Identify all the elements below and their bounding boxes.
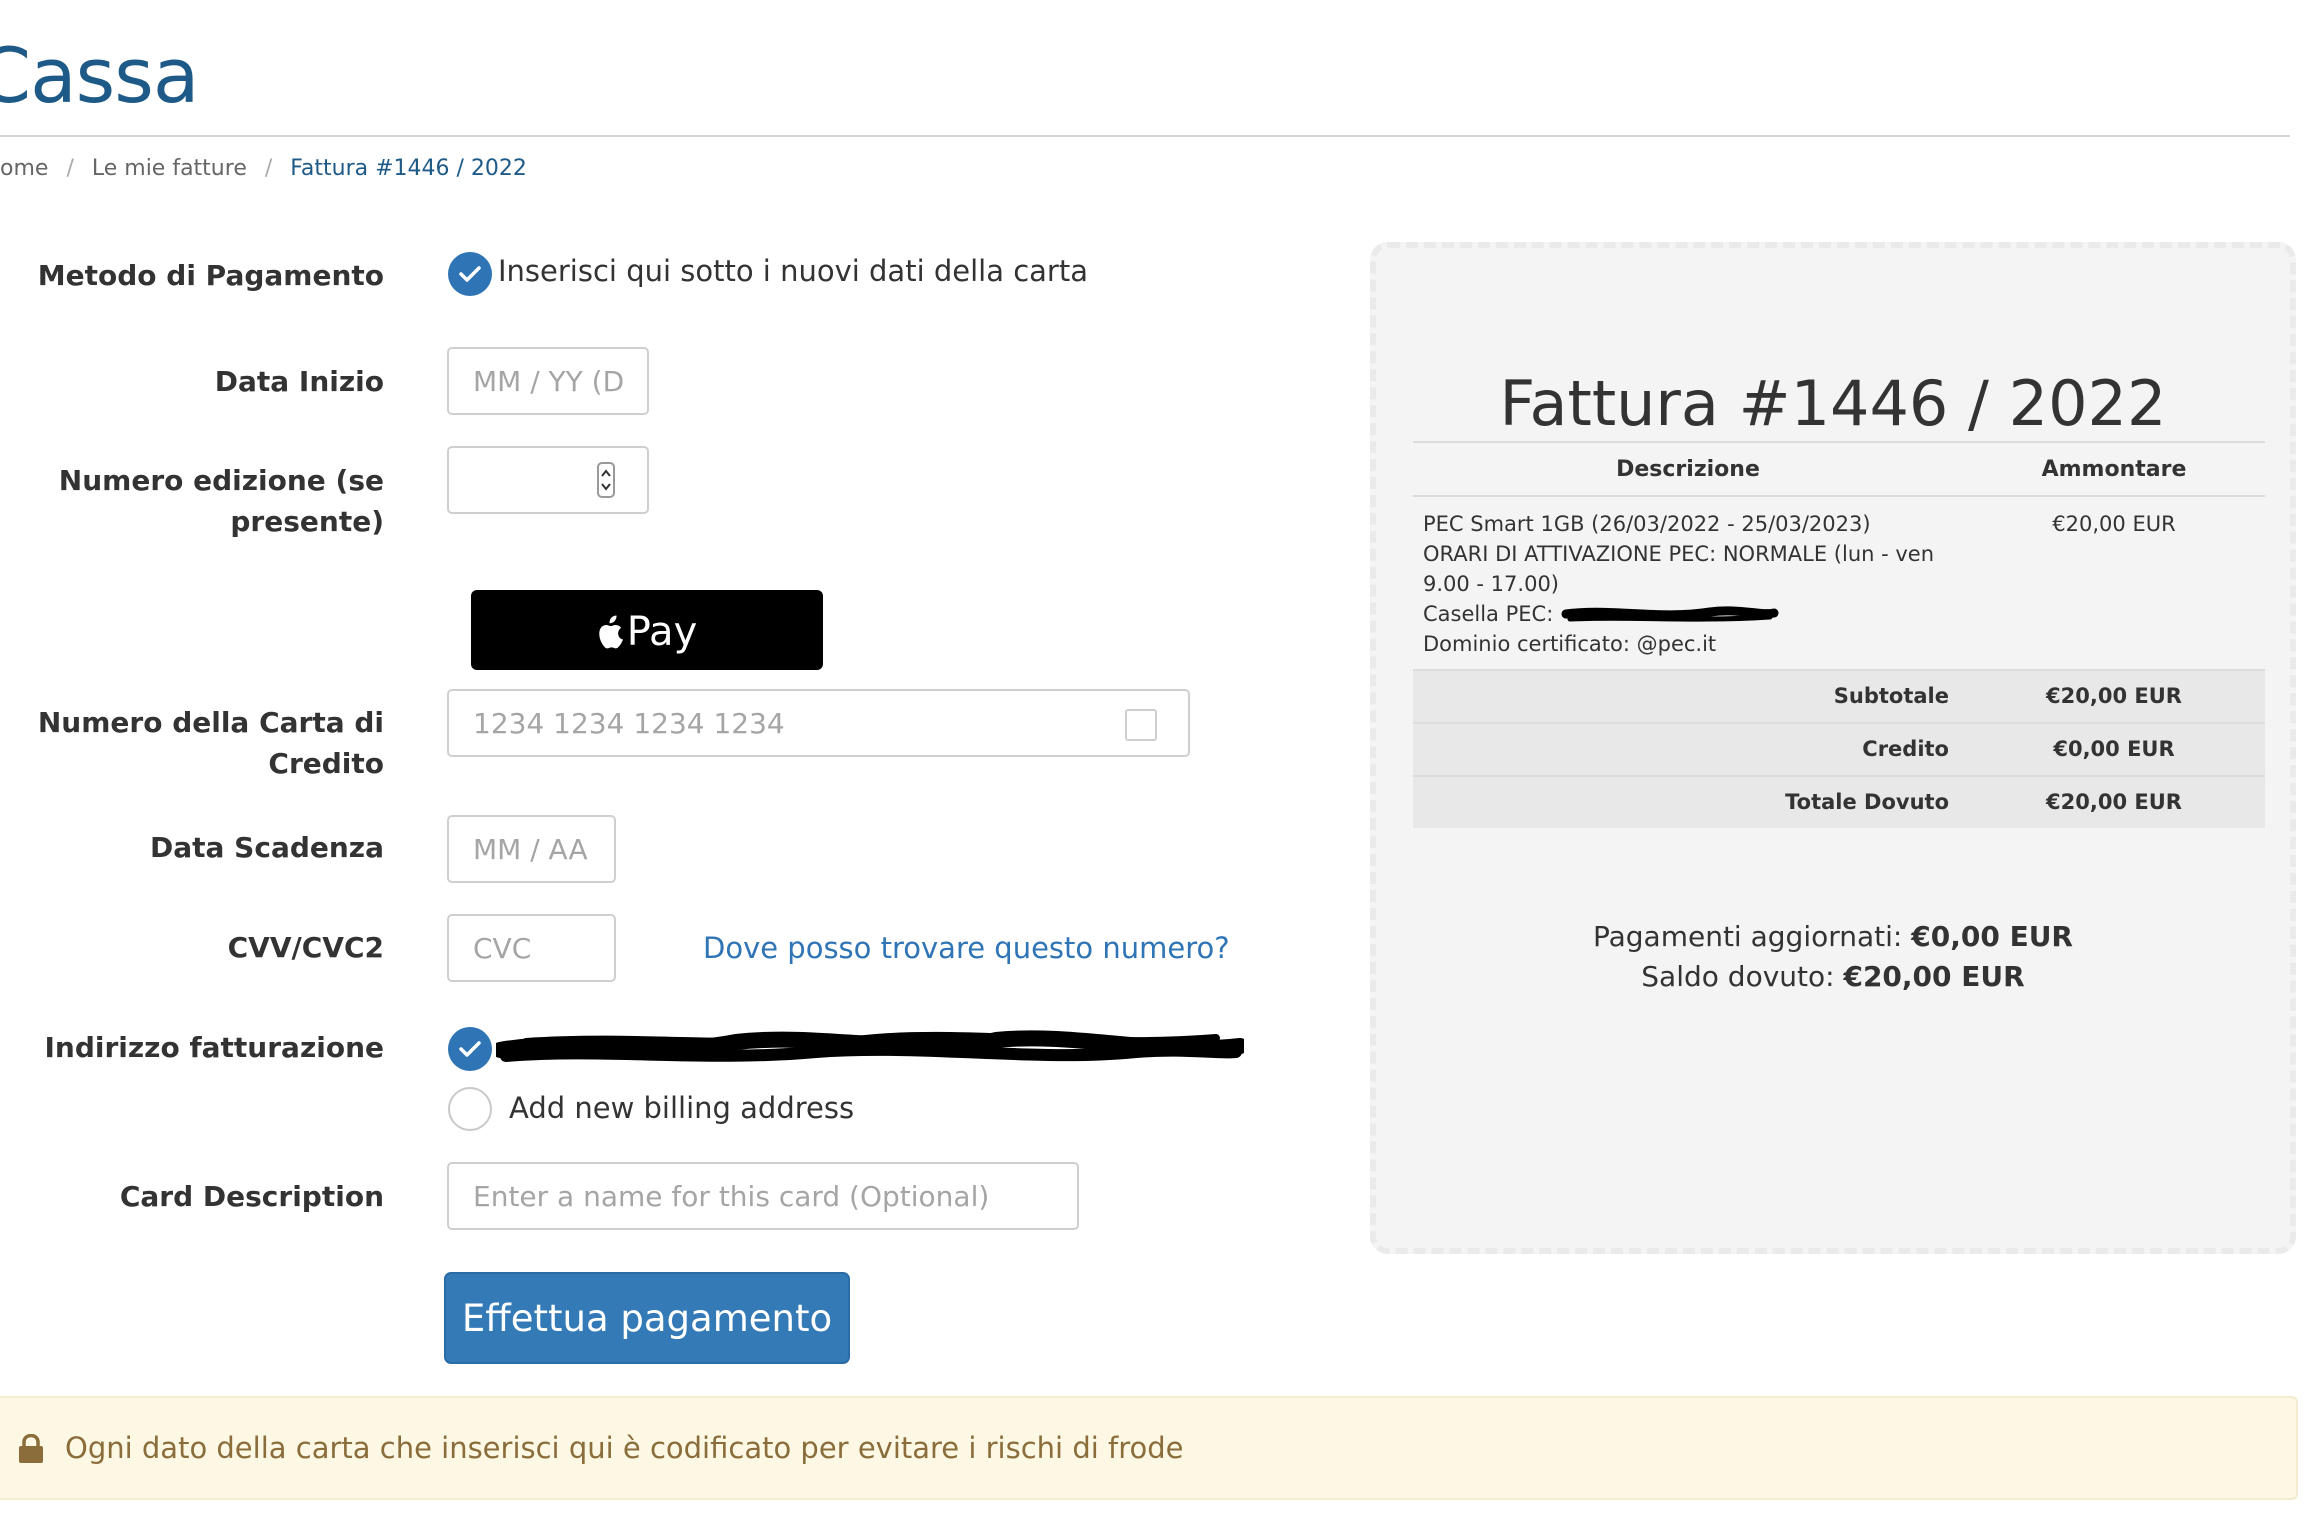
item-description-line: ORARI DI ATTIVAZIONE PEC: NORMALE (lun -… bbox=[1423, 542, 1935, 566]
start-date-input[interactable] bbox=[447, 347, 649, 415]
cvv-help-link[interactable]: Dove posso trovare questo numero? bbox=[703, 928, 1230, 968]
total-due-row: Totale Dovuto €20,00 EUR bbox=[1413, 775, 2265, 828]
amount-column-header: Ammontare bbox=[2041, 457, 2187, 482]
payment-method-new-card-radio[interactable] bbox=[448, 252, 492, 296]
item-mailbox-line: Casella PEC: bbox=[1423, 599, 1943, 629]
card-number-label-line1: Numero della Carta di bbox=[37, 706, 384, 739]
issue-number-label-line2: presente) bbox=[230, 505, 384, 538]
issue-number-label: Numero edizione (se presente) bbox=[0, 460, 384, 542]
submit-payment-button[interactable]: Effettua pagamento bbox=[444, 1272, 850, 1364]
card-number-field bbox=[447, 689, 1190, 757]
apple-logo-icon bbox=[599, 615, 623, 649]
breadcrumb-separator: / bbox=[66, 156, 74, 181]
payments-value: €0,00 EUR bbox=[1911, 920, 2073, 953]
credit-row: Credito €0,00 EUR bbox=[1413, 722, 2265, 775]
item-description-line: 9.00 - 17.00) bbox=[1423, 572, 1559, 596]
card-brand-icon bbox=[1125, 709, 1157, 741]
item-mailbox-label: Casella PEC: bbox=[1423, 602, 1554, 626]
apple-pay-button[interactable]: Pay bbox=[471, 590, 823, 670]
breadcrumb-current-invoice: Fattura #1446 / 2022 bbox=[290, 156, 527, 181]
invoice-title: Fattura #1446 / 2022 bbox=[1499, 367, 2167, 441]
cvv-label: CVV/CVC2 bbox=[227, 931, 384, 964]
check-icon bbox=[459, 266, 481, 282]
start-date-label: Data Inizio bbox=[214, 365, 384, 398]
card-number-label: Numero della Carta di Credito bbox=[0, 702, 384, 784]
subtotal-value: €20,00 EUR bbox=[2046, 684, 2182, 708]
issue-number-input[interactable] bbox=[447, 446, 649, 514]
billing-address-label: Indirizzo fatturazione bbox=[44, 1031, 384, 1064]
description-column-header: Descrizione bbox=[1616, 457, 1760, 482]
item-description-line: PEC Smart 1GB (26/03/2022 - 25/03/2023) bbox=[1423, 512, 1871, 536]
stepper-arrows-icon bbox=[601, 469, 611, 491]
expiry-date-input[interactable] bbox=[447, 815, 616, 883]
breadcrumb-separator: / bbox=[264, 156, 273, 181]
invoice-table-header: Descrizione Ammontare bbox=[1413, 443, 2265, 495]
billing-address-saved-radio[interactable] bbox=[448, 1027, 492, 1071]
issue-number-label-line1: Numero edizione (se bbox=[58, 464, 384, 497]
card-number-label-line2: Credito bbox=[268, 747, 384, 780]
payments-summary: Pagamenti aggiornati: €0,00 EUR bbox=[1376, 920, 2290, 953]
card-number-input[interactable] bbox=[447, 689, 1190, 757]
item-description-line: Dominio certificato: @pec.it bbox=[1423, 632, 1717, 656]
balance-value: €20,00 EUR bbox=[1843, 960, 2025, 993]
credit-label: Credito bbox=[1862, 737, 1949, 761]
page-title: Cassa bbox=[0, 31, 199, 120]
total-due-label: Totale Dovuto bbox=[1785, 790, 1949, 814]
title-divider bbox=[0, 135, 2290, 137]
card-description-input[interactable] bbox=[447, 1162, 1079, 1230]
expiry-date-label: Data Scadenza bbox=[150, 831, 384, 864]
subtotal-row: Subtotale €20,00 EUR bbox=[1413, 669, 2265, 722]
check-icon bbox=[459, 1041, 481, 1057]
breadcrumb-home[interactable]: ome bbox=[0, 156, 48, 181]
payment-method-option-label: Inserisci qui sotto i nuovi dati della c… bbox=[498, 254, 1088, 288]
security-notice-text: Ogni dato della carta che inserisci qui … bbox=[65, 1431, 1184, 1465]
redacted-billing-address bbox=[496, 1030, 1244, 1062]
lock-icon bbox=[19, 1434, 43, 1463]
number-stepper[interactable] bbox=[597, 462, 615, 498]
cvv-input[interactable] bbox=[447, 914, 616, 982]
redacted-mailbox-address bbox=[1561, 606, 1779, 622]
invoice-summary-panel: Fattura #1446 / 2022 Descrizione Ammonta… bbox=[1370, 242, 2296, 1254]
card-description-label: Card Description bbox=[119, 1180, 384, 1213]
checkout-page: Cassa ome / Le mie fatture / Fattura #1446 /… bbox=[0, 0, 2314, 1517]
apple-pay-label: Pay bbox=[626, 609, 698, 655]
balance-summary: Saldo dovuto: €20,00 EUR bbox=[1376, 960, 2290, 993]
item-description: PEC Smart 1GB (26/03/2022 - 25/03/2023) … bbox=[1423, 509, 1943, 659]
invoice-table: Descrizione Ammontare PEC Smart 1GB (26/… bbox=[1413, 441, 2265, 828]
balance-label: Saldo dovuto: bbox=[1641, 960, 1835, 993]
billing-address-new-radio[interactable] bbox=[448, 1087, 492, 1131]
payments-label: Pagamenti aggiornati: bbox=[1592, 920, 1903, 953]
item-amount: €20,00 EUR bbox=[2052, 512, 2176, 536]
security-notice: Ogni dato della carta che inserisci qui … bbox=[0, 1396, 2298, 1500]
subtotal-label: Subtotale bbox=[1833, 684, 1949, 708]
billing-address-new-label: Add new billing address bbox=[509, 1091, 855, 1125]
breadcrumb: ome / Le mie fatture / Fattura #1446 / 2022 bbox=[0, 156, 527, 181]
payment-method-label: Metodo di Pagamento bbox=[37, 259, 384, 292]
table-row: PEC Smart 1GB (26/03/2022 - 25/03/2023) … bbox=[1413, 497, 2265, 669]
breadcrumb-my-invoices[interactable]: Le mie fatture bbox=[92, 156, 247, 181]
total-due-value: €20,00 EUR bbox=[2046, 790, 2182, 814]
credit-value: €0,00 EUR bbox=[2053, 737, 2175, 761]
